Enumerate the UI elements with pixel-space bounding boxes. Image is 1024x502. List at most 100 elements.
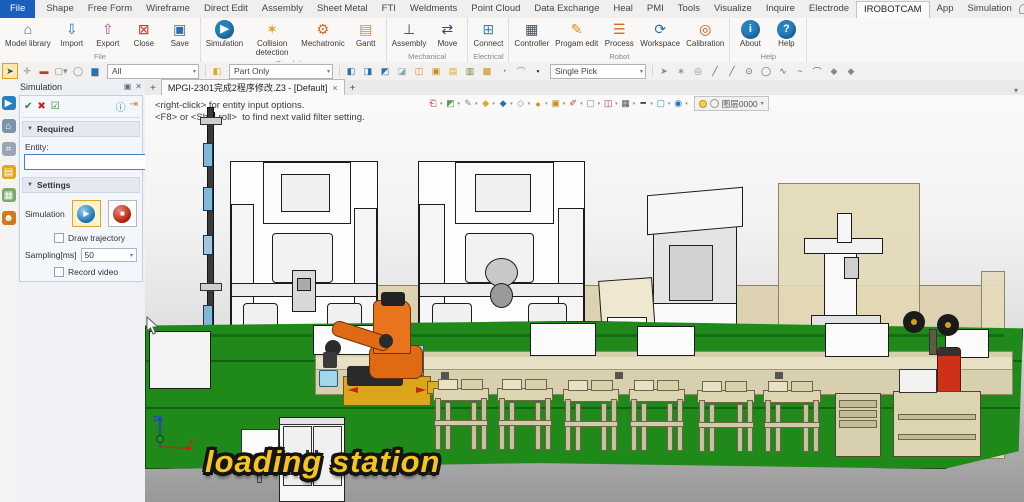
tab-close-icon[interactable]: × xyxy=(332,83,337,93)
window-select-icon[interactable]: ▢▾ xyxy=(53,63,69,79)
menu-tab-irobotcam[interactable]: IROBOTCAM xyxy=(856,1,930,18)
menu-tab-point-cloud[interactable]: Point Cloud xyxy=(464,1,527,18)
snap-face-icon[interactable]: ◆ xyxy=(826,63,842,79)
menu-tab-pmi[interactable]: PMI xyxy=(640,1,671,18)
filter-shape-icon[interactable]: ◧ xyxy=(343,63,359,79)
filter-edge-icon[interactable]: ◩ xyxy=(377,63,393,79)
history-icon[interactable]: ◔ xyxy=(496,63,512,79)
render-ball-icon[interactable]: ●▾ xyxy=(532,98,548,110)
snap-arc-icon[interactable]: ⌒ xyxy=(809,63,825,79)
background-icon[interactable]: ◩▾ xyxy=(445,98,461,110)
ribbon-button-save[interactable]: ▣Save xyxy=(162,19,198,50)
dock-simulation-icon[interactable]: ▶ xyxy=(2,96,16,110)
chart-icon[interactable]: ▆ xyxy=(87,63,103,79)
record-video-checkbox[interactable] xyxy=(54,267,64,277)
ribbon-button-import[interactable]: ⇩Import xyxy=(54,19,90,50)
filter-csys-icon[interactable]: ▩ xyxy=(479,63,495,79)
play-simulation-button[interactable]: ▶ xyxy=(72,200,101,227)
menu-tab-shape[interactable]: Shape xyxy=(39,1,80,18)
dock-robot-tree-icon[interactable]: ⌂ xyxy=(2,119,16,133)
shade-mode-icon[interactable]: ◆▾ xyxy=(480,98,496,110)
dock-operator-icon[interactable]: ☻ xyxy=(2,211,16,225)
sampling-combo[interactable]: 50▾ xyxy=(81,248,138,262)
filter-face-icon[interactable]: ◨ xyxy=(360,63,376,79)
snap-line2-icon[interactable]: ╱ xyxy=(724,63,740,79)
eraser-icon[interactable]: ✐▾ xyxy=(567,98,583,110)
window-view-icon[interactable]: ▢▾ xyxy=(585,98,601,110)
ribbon-button-close[interactable]: ⊠Close xyxy=(126,19,162,50)
paint-part-icon[interactable]: ◧ xyxy=(209,63,225,79)
exit-sketch-icon[interactable]: ⎗▾ xyxy=(427,98,443,110)
dock-network-icon[interactable]: ⌗ xyxy=(2,142,16,156)
snap-ellipse-icon[interactable]: ◯ xyxy=(758,63,774,79)
filter-folder-icon[interactable]: ▤ xyxy=(445,63,461,79)
view-cube-icon[interactable]: ◆▾ xyxy=(497,98,513,110)
pick-add-icon[interactable]: ➤ xyxy=(656,63,672,79)
ribbon-button-progam-edit[interactable]: ✎Progam edit xyxy=(552,19,601,50)
hint-icon[interactable]: ⇥ xyxy=(130,99,138,114)
remove-icon[interactable]: ▬ xyxy=(36,63,52,79)
ribbon-button-help[interactable]: ?Help xyxy=(768,19,804,50)
ribbon-button-controller[interactable]: ▦Controller xyxy=(511,19,552,50)
ok-button[interactable]: ✔ xyxy=(24,101,32,112)
filter-comp-icon[interactable]: ▥ xyxy=(462,63,478,79)
dock-image-icon[interactable]: ▦ xyxy=(2,188,16,202)
menu-tab-weldments[interactable]: Weldments xyxy=(403,1,464,18)
add-tab-button[interactable]: + xyxy=(345,82,361,95)
brush-icon[interactable]: ✎▾ xyxy=(462,98,478,110)
snap-circle-icon[interactable]: ⊙ xyxy=(741,63,757,79)
ribbon-button-gantt[interactable]: ▤Gantt xyxy=(348,19,384,50)
filter-sketch-icon[interactable]: ▣ xyxy=(428,63,444,79)
menu-tab-tools[interactable]: Tools xyxy=(671,1,707,18)
menu-tab-wireframe[interactable]: Wireframe xyxy=(139,1,197,18)
ribbon-button-simulation[interactable]: ▶Simulation xyxy=(203,19,246,50)
menu-tab-electrode[interactable]: Electrode xyxy=(802,1,856,18)
stop-pick-icon[interactable]: ▪ xyxy=(530,63,546,79)
info-icon[interactable]: ⓘ xyxy=(116,99,126,114)
single-pick-combo[interactable]: Single Pick▾ xyxy=(550,64,646,79)
camera-icon[interactable]: ▣▾ xyxy=(550,98,566,110)
menu-tab-fti[interactable]: FTI xyxy=(375,1,403,18)
work-plane-icon[interactable]: ▢▾ xyxy=(655,98,671,110)
document-tab[interactable]: MPGI-2301完成2程序修改.Z3 - [Default] × xyxy=(161,79,345,95)
snap-spline-icon[interactable]: ~ xyxy=(792,63,808,79)
ribbon-button-model-library[interactable]: ⌂Model library xyxy=(2,19,54,50)
ribbon-button-calibration[interactable]: ◎Calibration xyxy=(683,19,727,50)
layer-combo[interactable]: 图层0000▾ xyxy=(694,96,769,111)
ribbon-button-mechatronic[interactable]: ⚙Mechatronic xyxy=(298,19,348,50)
filter-point-icon[interactable]: ◫ xyxy=(411,63,427,79)
draw-trajectory-checkbox[interactable] xyxy=(54,233,64,243)
ribbon-button-workspace[interactable]: ⟳Workspace xyxy=(637,19,683,50)
notification-bell-icon[interactable] xyxy=(1019,4,1024,14)
filter-all-combo[interactable]: All▾ xyxy=(107,64,199,79)
required-section-header[interactable]: ▼Required xyxy=(22,121,140,137)
menu-tab-direct-edit[interactable]: Direct Edit xyxy=(197,1,255,18)
snap-face2-icon[interactable]: ◆ xyxy=(843,63,859,79)
cancel-button[interactable]: ✖ xyxy=(37,101,45,112)
ribbon-button-about[interactable]: iAbout xyxy=(732,19,768,50)
file-menu-button[interactable]: File xyxy=(0,0,35,18)
panel-dock-icon[interactable]: ▣ xyxy=(124,82,132,91)
visibility-icon[interactable]: ◉▾ xyxy=(672,98,688,110)
menu-tab-inquire[interactable]: Inquire xyxy=(759,1,802,18)
dock-library-icon[interactable]: ▤ xyxy=(2,165,16,179)
menu-tab-data-exchange[interactable]: Data Exchange xyxy=(527,1,606,18)
menu-tab-free-form[interactable]: Free Form xyxy=(81,1,139,18)
snap-polyline-icon[interactable]: ∿ xyxy=(775,63,791,79)
part-only-combo[interactable]: Part Only▾ xyxy=(229,64,333,79)
menu-tab-visualize[interactable]: Visualize xyxy=(707,1,759,18)
menu-tab-heal[interactable]: Heal xyxy=(606,1,640,18)
view-orient-icon[interactable]: ◇▾ xyxy=(515,98,531,110)
menu-tab-sheet-metal[interactable]: Sheet Metal xyxy=(310,1,375,18)
apply-button[interactable]: ☑ xyxy=(51,101,60,112)
split-view-icon[interactable]: ◫▾ xyxy=(602,98,618,110)
snap-line-icon[interactable]: ╱ xyxy=(707,63,723,79)
lasso-icon[interactable]: ⌒ xyxy=(513,63,529,79)
stop-simulation-button[interactable]: ■ xyxy=(108,200,137,227)
ribbon-collapse-icon[interactable]: ▾ xyxy=(1014,86,1024,95)
ribbon-button-connect[interactable]: ⊞Connect xyxy=(470,19,506,50)
settings-section-header[interactable]: ▼Settings xyxy=(22,177,140,193)
ribbon-button-export[interactable]: ⇧Export xyxy=(90,19,126,50)
ribbon-button-process[interactable]: ☰Process xyxy=(601,19,637,50)
menu-tab-app[interactable]: App xyxy=(930,1,961,18)
